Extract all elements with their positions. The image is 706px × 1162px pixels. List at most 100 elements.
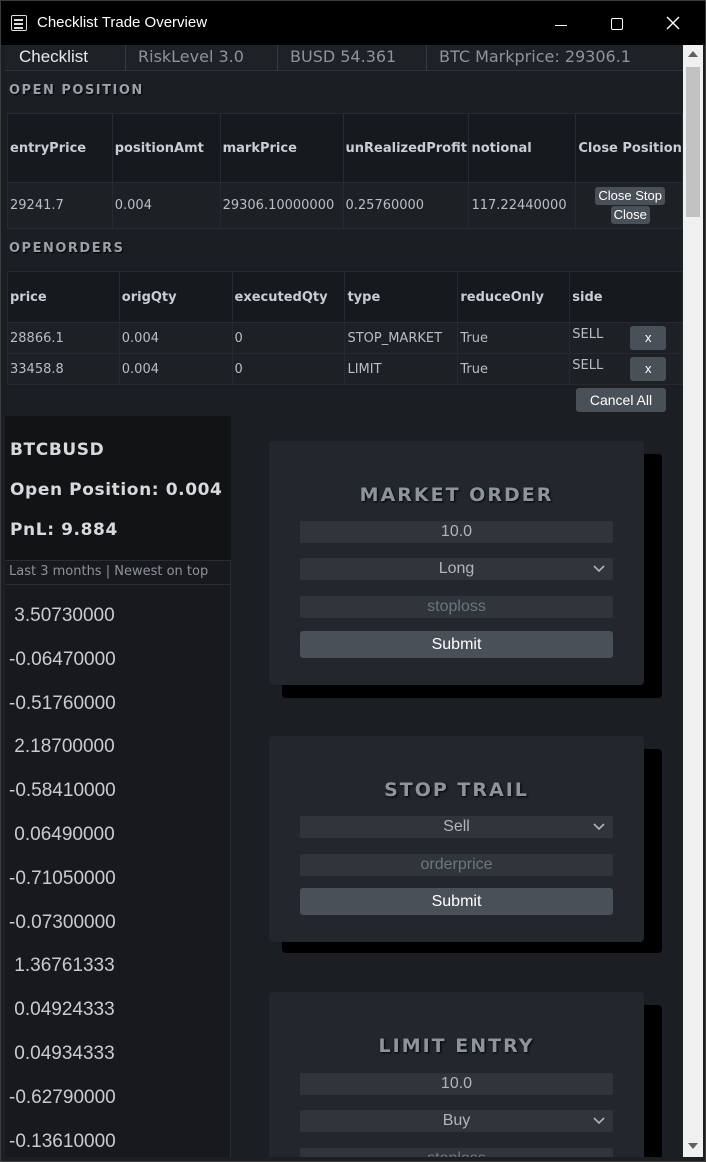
pnl-history-item: 0.04934333 (9, 1043, 115, 1064)
col-side: side (569, 271, 683, 323)
pnl-history-item: 1.36761333 (9, 955, 115, 977)
title-bar: Checklist Trade Overview (1, 1, 705, 45)
col-close-position: Close Position (575, 113, 683, 183)
pnl-history-item: -0.51760000 (9, 692, 116, 714)
pnl-history-item: 0.06490000 (9, 824, 115, 845)
cell-entryprice: 29241.7 (7, 182, 113, 229)
cell-price: 33458.8 (7, 353, 120, 385)
cell-type: STOP_MARKET (344, 322, 459, 354)
table-row: 33458.8 0.004 0 LIMIT True SELL x (7, 353, 683, 385)
scroll-down-arrow-icon[interactable] (688, 1143, 698, 1149)
maximize-button[interactable] (589, 1, 645, 45)
limit-entry-card: LIMIT ENTRY 10.0 Buy stoploss (269, 992, 644, 1157)
cell-type: LIMIT (344, 353, 459, 385)
col-executedqty: executedQty (231, 271, 346, 323)
stop-trail-card: STOP TRAIL Sell orderprice Submit (269, 736, 644, 942)
close-stop-button[interactable]: Close Stop (595, 187, 665, 205)
pnl-history-item: -0.13610000 (9, 1130, 116, 1152)
pnl-history-item: -0.06470000 (9, 648, 116, 670)
minimize-button[interactable] (533, 1, 589, 45)
table-row: 29241.7 0.004 29306.10000000 0.25760000 … (7, 182, 683, 229)
stop-trail-submit-button[interactable]: Submit (300, 888, 613, 915)
pnl-history-item: 0.04924333 (9, 999, 115, 1021)
cell-origqty: 0.004 (118, 322, 233, 354)
cell-executedqty: 0 (231, 322, 346, 354)
cell-side: SELL x (569, 353, 683, 385)
col-markprice: markPrice (219, 113, 344, 183)
limit-side-value: Buy (442, 1112, 471, 1129)
cell-notional: 117.22440000 (468, 182, 577, 229)
market-stoploss-input[interactable]: stoploss (300, 596, 613, 618)
nav-brand[interactable]: Checklist (5, 45, 126, 71)
market-amount-input[interactable]: 10.0 (300, 521, 613, 543)
open-orders-table: price origQty executedQty type reduceOnl… (7, 271, 683, 385)
cell-reduceonly: True (457, 322, 571, 354)
side-label: SELL (572, 327, 604, 342)
cell-reduceonly: True (457, 353, 571, 385)
market-side-select[interactable]: Long (300, 558, 613, 580)
history-header: Last 3 months | Newest on top (9, 564, 209, 579)
pnl-history-item: 3.50730000 (9, 605, 115, 626)
col-notional: notional (468, 113, 577, 183)
col-origqty: origQty (118, 271, 233, 323)
stop-trail-orderprice-input[interactable]: orderprice (300, 854, 613, 876)
cell-positionamt: 0.004 (111, 182, 221, 229)
cancel-order-button[interactable]: x (630, 326, 667, 350)
top-nav: Checklist RiskLevel 3.0 BUSD 54.361 BTC … (5, 45, 683, 71)
cancel-all-button[interactable]: Cancel All (576, 388, 666, 412)
close-button[interactable] (645, 1, 701, 45)
stop-trail-side-value: Sell (443, 818, 470, 835)
cell-origqty: 0.004 (118, 353, 233, 385)
left-panel: BTCBUSD Open Position: 0.004 PnL: 9.884 … (5, 416, 231, 1157)
limit-amount-input[interactable]: 10.0 (300, 1073, 613, 1095)
open-position-heading: OPEN POSITION (9, 83, 144, 98)
pnl-history-item: 2.18700000 (9, 736, 115, 758)
window-title: Checklist Trade Overview (37, 14, 208, 31)
cell-side: SELL x (569, 322, 683, 354)
cell-price: 28866.1 (7, 322, 120, 354)
limit-side-select[interactable]: Buy (300, 1110, 613, 1132)
position-summary: BTCBUSD Open Position: 0.004 PnL: 9.884 (5, 416, 231, 561)
market-order-title: MARKET ORDER (359, 484, 554, 506)
close-icon (666, 16, 680, 30)
nav-btc-markprice: BTC Markprice: 29306.1 (439, 47, 631, 66)
open-position-label: Open Position: 0.004 (10, 480, 223, 500)
market-side-value: Long (438, 560, 475, 577)
cell-close-actions: Close Stop Close (575, 182, 683, 229)
col-positionamt: positionAmt (111, 113, 221, 183)
market-order-card: MARKET ORDER 10.0 Long stoploss Submit (269, 441, 644, 685)
minimize-icon (555, 25, 567, 26)
vertical-scrollbar[interactable] (683, 45, 703, 1157)
table-row: 28866.1 0.004 0 STOP_MARKET True SELL x (7, 322, 683, 354)
close-position-button[interactable]: Close (610, 206, 650, 224)
pnl-history-item: -0.62790000 (9, 1086, 116, 1108)
limit-entry-title: LIMIT ENTRY (378, 1035, 535, 1057)
col-price: price (7, 271, 120, 323)
cell-executedqty: 0 (231, 353, 346, 385)
pnl-history-item: -0.71050000 (9, 867, 116, 889)
chevron-down-icon (593, 823, 605, 831)
history-divider (5, 584, 231, 585)
scroll-up-arrow-icon[interactable] (688, 51, 698, 57)
market-submit-button[interactable]: Submit (300, 631, 613, 658)
cancel-order-button[interactable]: x (630, 357, 667, 381)
open-position-table: entryPrice positionAmt markPrice unReali… (7, 113, 683, 229)
stop-trail-title: STOP TRAIL (384, 779, 529, 801)
nav-busd-balance: BUSD 54.361 (278, 45, 427, 71)
limit-stoploss-input[interactable]: stoploss (300, 1148, 613, 1157)
scrollbar-thumb[interactable] (686, 67, 700, 217)
pnl-label: PnL: 9.884 (10, 520, 118, 540)
chevron-down-icon (593, 565, 605, 573)
col-type: type (344, 271, 459, 323)
app-icon (11, 15, 27, 31)
stop-trail-side-select[interactable]: Sell (300, 816, 613, 838)
side-label: SELL (572, 358, 604, 373)
col-unrealizedprofit: unRealizedProfit (342, 113, 470, 183)
order-forms: MARKET ORDER 10.0 Long stoploss Submit S… (231, 416, 683, 1157)
cell-unrealizedprofit: 0.25760000 (342, 182, 470, 229)
page-content: Checklist RiskLevel 3.0 BUSD 54.361 BTC … (5, 45, 683, 1157)
chevron-down-icon (593, 1117, 605, 1125)
app-window: Checklist Trade Overview Checklist RiskL… (0, 0, 706, 1162)
pnl-history-item: -0.58410000 (9, 780, 116, 802)
cell-markprice: 29306.10000000 (219, 182, 344, 229)
